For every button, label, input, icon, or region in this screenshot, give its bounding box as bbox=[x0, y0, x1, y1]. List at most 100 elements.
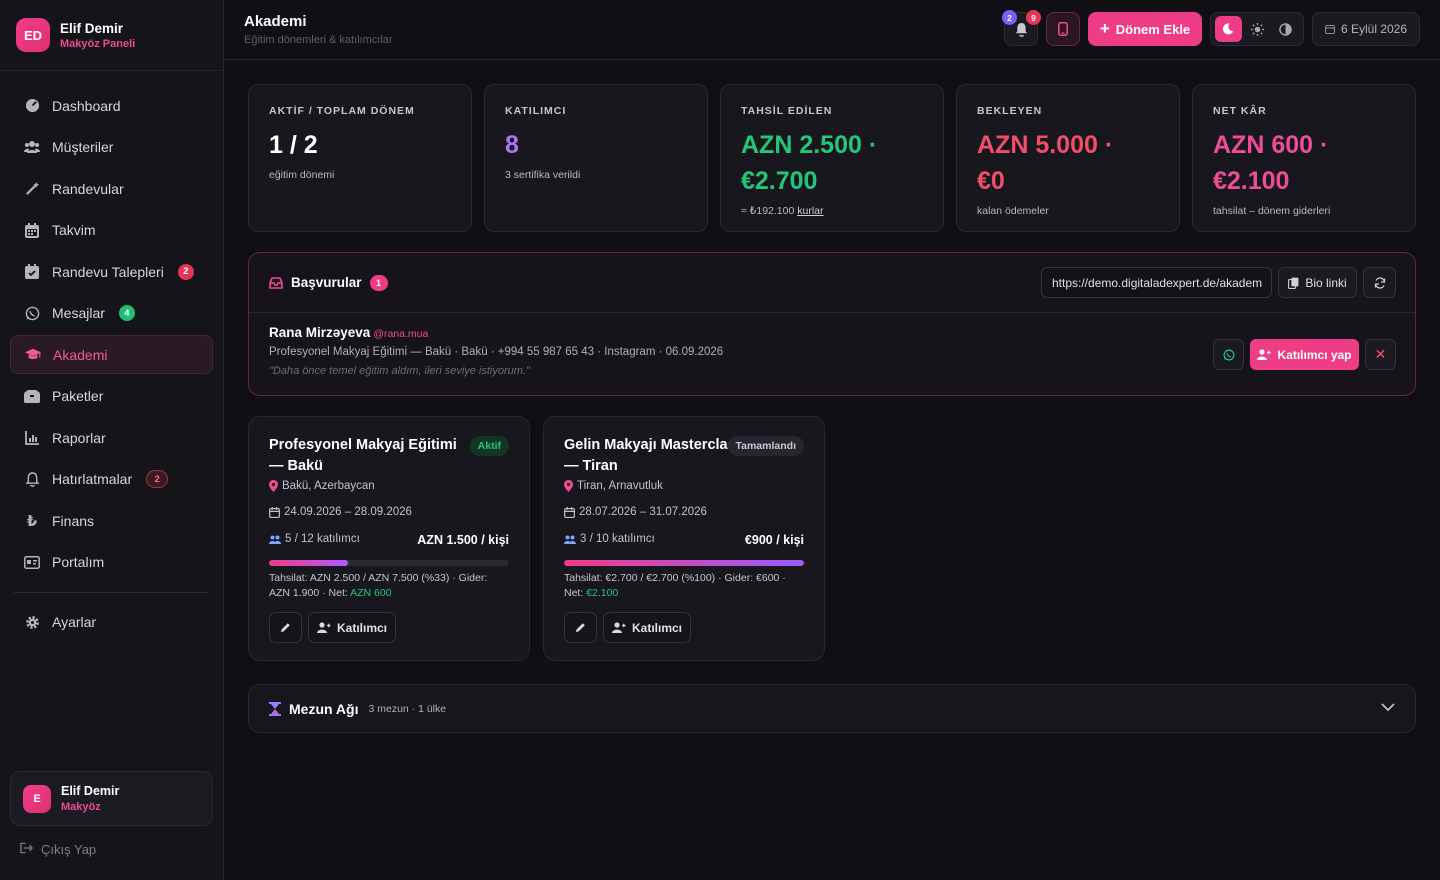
graduate-network-meta: 3 mezun · 1 ülke bbox=[368, 702, 447, 715]
date-display[interactable]: 6 Eylül 2026 bbox=[1312, 12, 1420, 46]
course-dates: 28.07.2026 – 31.07.2026 bbox=[564, 506, 707, 518]
stat-value: 1 / 2 bbox=[269, 131, 318, 159]
messages-count-badge: 4 bbox=[118, 305, 135, 321]
chevron-down-icon[interactable] bbox=[1381, 700, 1395, 715]
sidebar-nav: Dashboard Müşteriler Randevular Takvim R… bbox=[0, 71, 223, 659]
status-badge: Aktif bbox=[469, 436, 509, 456]
bio-link-button[interactable]: Bio linki bbox=[1278, 267, 1357, 298]
stat-label: NET KÂR bbox=[1213, 105, 1267, 117]
calendar-icon bbox=[24, 222, 40, 238]
users-icon bbox=[24, 139, 40, 155]
course-price: €900 / kişi bbox=[744, 533, 804, 547]
user-plus-icon bbox=[316, 622, 331, 633]
refresh-button[interactable] bbox=[1363, 267, 1396, 298]
sidebar-item-customers[interactable]: Müşteriler bbox=[10, 128, 213, 167]
sidebar-item-finance[interactable]: ₺ Finans bbox=[10, 501, 213, 540]
course-card: Profesyonel Makyaj Eğitimi — Bakü Aktif … bbox=[248, 416, 530, 661]
applicant-details: Profesyonel Makyaj Eğitimi — Bakü · Bakü… bbox=[269, 346, 724, 358]
sidebar-item-academy[interactable]: Akademi bbox=[10, 335, 213, 374]
make-participant-button[interactable]: Katılımcı yap bbox=[1250, 339, 1359, 370]
status-badge: Tamamlandı bbox=[727, 436, 804, 456]
stat-label: BEKLEYEN bbox=[977, 105, 1043, 117]
course-location: Bakü, Azerbaycan bbox=[269, 480, 375, 492]
add-period-button[interactable]: + Dönem Ekle bbox=[1088, 12, 1202, 46]
stat-value-primary: AZN 2.500 · bbox=[741, 131, 878, 159]
graduate-network-title: Mezun Ağı bbox=[289, 700, 359, 717]
add-participant-button[interactable]: Katılımcı bbox=[308, 612, 396, 643]
notifications-button[interactable]: 2 9 bbox=[1002, 10, 1041, 46]
whatsapp-button[interactable] bbox=[1213, 339, 1244, 370]
course-participants: 3 / 10 katılımcı bbox=[564, 533, 655, 545]
stat-label: TAHSİL EDİLEN bbox=[741, 105, 833, 117]
notification-count-badge: 2 bbox=[1002, 10, 1017, 25]
add-participant-button[interactable]: Katılımcı bbox=[603, 612, 691, 643]
page-subtitle: Eğitim dönemleri & katılımcılar bbox=[244, 34, 393, 46]
calendar-check-icon bbox=[24, 264, 40, 280]
edit-course-button[interactable] bbox=[564, 612, 597, 643]
stat-value: 8 bbox=[505, 131, 519, 159]
mobile-preview-button[interactable] bbox=[1046, 12, 1080, 46]
stat-value-secondary: €2.700 bbox=[741, 167, 818, 195]
contrast-icon[interactable] bbox=[1272, 16, 1299, 42]
user-role: Makyöz Paneli bbox=[60, 37, 136, 50]
stat-sub: ≈ ₺192.100 bbox=[741, 205, 795, 217]
edit-course-button[interactable] bbox=[269, 612, 302, 643]
applications-panel: Başvurular 1 https://demo.digitaladexper… bbox=[248, 252, 1416, 396]
sidebar-item-dashboard[interactable]: Dashboard bbox=[10, 86, 213, 125]
course-dates: 24.09.2026 – 28.09.2026 bbox=[269, 506, 412, 518]
sidebar-item-packages[interactable]: Paketler bbox=[10, 377, 213, 416]
location-text: Tiran, Arnavutluk bbox=[577, 480, 663, 492]
whatsapp-icon bbox=[1223, 349, 1235, 361]
gear-icon bbox=[24, 614, 40, 630]
payment-progress-bar bbox=[269, 560, 509, 566]
logout-link[interactable]: Çıkış Yap bbox=[20, 842, 96, 857]
calendar-icon bbox=[1325, 24, 1335, 34]
map-pin-icon bbox=[564, 480, 573, 492]
location-text: Bakü, Azerbaycan bbox=[282, 480, 375, 492]
page-header: Akademi Eğitim dönemleri & katılımcılar … bbox=[224, 0, 1440, 60]
alert-count-badge: 9 bbox=[1026, 10, 1041, 25]
inbox-icon bbox=[269, 276, 283, 289]
user-profile-card[interactable]: E Elif Demir Makyöz bbox=[10, 771, 213, 826]
stat-sub: eğitim dönemi bbox=[269, 169, 335, 181]
sun-icon[interactable] bbox=[1244, 16, 1271, 42]
sidebar-item-calendar[interactable]: Takvim bbox=[10, 211, 213, 250]
users-icon bbox=[564, 535, 576, 544]
applicant-handle[interactable]: @rana.mua bbox=[373, 328, 428, 340]
sidebar-item-settings[interactable]: Ayarlar bbox=[10, 603, 213, 642]
sidebar-item-label: Portalım bbox=[52, 554, 105, 570]
current-date: 6 Eylül 2026 bbox=[1340, 22, 1408, 36]
user-name: Elif Demir bbox=[61, 784, 120, 798]
course-price: AZN 1.500 / kişi bbox=[417, 533, 509, 547]
user-role: Makyöz bbox=[61, 801, 101, 813]
sidebar-item-reports[interactable]: Raporlar bbox=[10, 418, 213, 457]
sidebar-item-portal[interactable]: Portalım bbox=[10, 543, 213, 582]
sidebar-item-label: Akademi bbox=[53, 346, 108, 363]
theme-switcher bbox=[1210, 12, 1304, 46]
stat-card-pending: BEKLEYEN AZN 5.000 · €0 kalan ödemeler bbox=[956, 84, 1180, 232]
net-value: €2.100 bbox=[586, 587, 619, 599]
sidebar-item-label: Müşteriler bbox=[52, 139, 114, 155]
bio-url-field[interactable]: https://demo.digitaladexpert.de/akadem bbox=[1041, 267, 1272, 298]
sidebar-item-label: Hatırlatmalar bbox=[52, 471, 133, 487]
sidebar-divider bbox=[14, 591, 209, 593]
rates-link[interactable]: kurlar bbox=[797, 205, 823, 217]
pencil-icon bbox=[575, 622, 586, 633]
stat-sub: tahsilat – dönem giderleri bbox=[1213, 205, 1331, 217]
avatar[interactable]: ED bbox=[16, 18, 50, 52]
id-card-icon bbox=[24, 554, 40, 570]
sidebar-item-appointments[interactable]: Randevular bbox=[10, 169, 213, 208]
sidebar-item-reminders[interactable]: Hatırlatmalar 2 bbox=[10, 460, 213, 499]
sidebar-item-appointment-requests[interactable]: Randevu Talepleri 2 bbox=[10, 252, 213, 291]
moon-icon[interactable] bbox=[1215, 16, 1242, 42]
requests-count-badge: 2 bbox=[177, 263, 194, 280]
make-participant-label: Katılımcı yap bbox=[1277, 347, 1352, 362]
stat-label: AKTİF / TOPLAM DÖNEM bbox=[269, 105, 415, 117]
sidebar-item-messages[interactable]: Mesajlar 4 bbox=[10, 294, 213, 333]
chart-icon bbox=[24, 430, 40, 446]
reject-button[interactable]: ✕ bbox=[1365, 339, 1396, 370]
brand: ED Elif Demir Makyöz Paneli bbox=[0, 0, 223, 71]
whatsapp-icon bbox=[24, 305, 40, 321]
graduate-network-panel[interactable]: Mezun Ağı 3 mezun · 1 ülke bbox=[248, 684, 1416, 733]
sidebar-item-label: Takvim bbox=[52, 222, 96, 238]
